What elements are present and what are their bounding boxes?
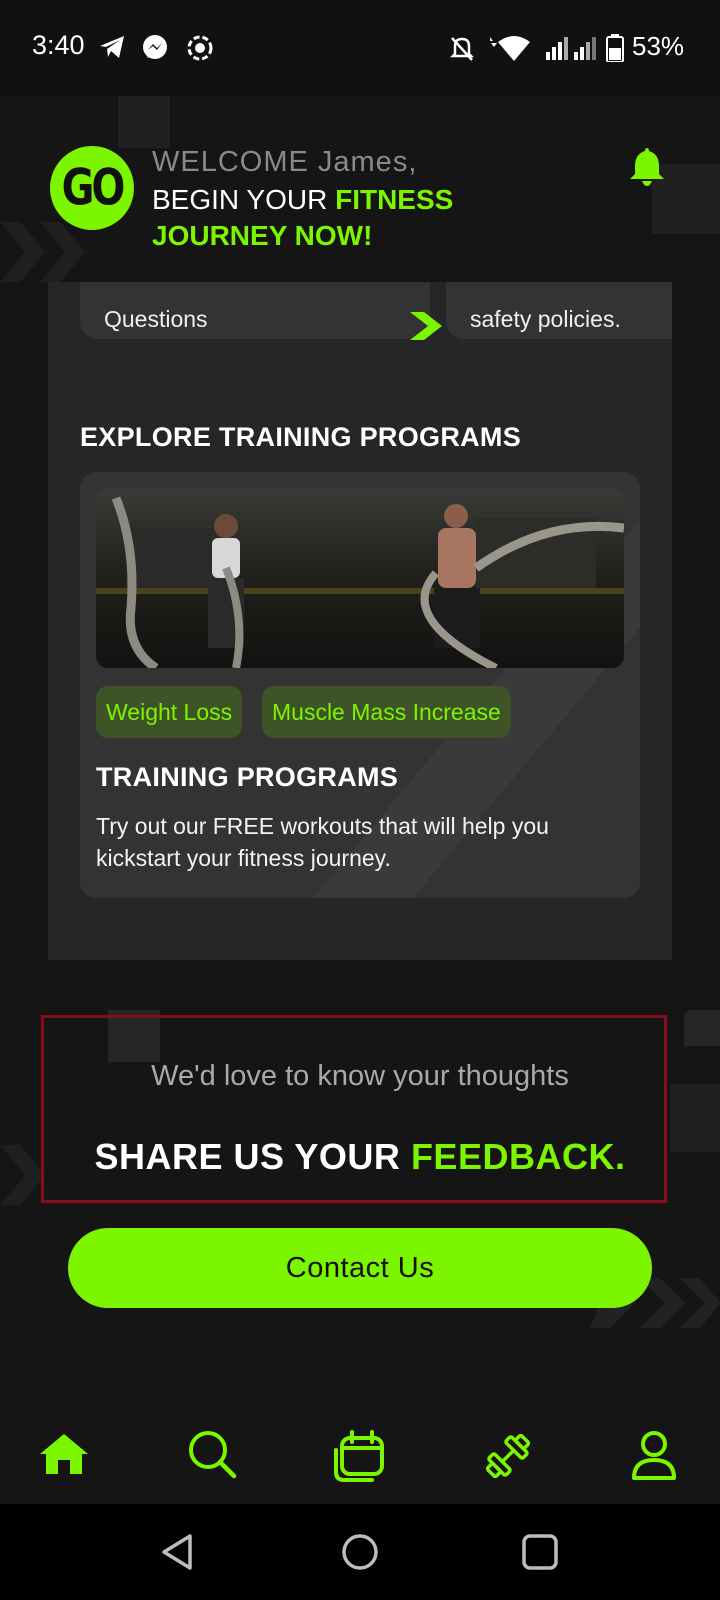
bottom-navigation: [0, 1400, 720, 1504]
recents-icon[interactable]: [520, 1532, 560, 1572]
signal-icon: [546, 37, 596, 60]
status-time: 3:40: [32, 30, 85, 60]
screen-record-icon: [187, 35, 213, 61]
logo-text: GO: [61, 159, 126, 217]
status-bar: 3:40 53%: [0, 0, 720, 96]
program-image: [96, 488, 624, 668]
app-logo[interactable]: GO: [50, 146, 134, 230]
training-program-card[interactable]: Weight Loss Muscle Mass Increase TRAININ…: [80, 472, 640, 898]
profile-icon[interactable]: [626, 1428, 682, 1484]
feedback-heading: SHARE US YOUR FEEDBACK.: [0, 1136, 720, 1178]
feedback-heading-highlight: FEEDBACK.: [410, 1136, 626, 1177]
tagline: BEGIN YOUR FITNESS JOURNEY NOW!: [152, 182, 592, 254]
questions-card-label: Questions: [104, 306, 208, 332]
messenger-icon: [143, 35, 167, 59]
tag-muscle-mass[interactable]: Muscle Mass Increase: [262, 686, 511, 738]
safety-policies-card[interactable]: safety policies.: [446, 282, 672, 339]
telegram-icon: [100, 36, 124, 58]
tagline-prefix: BEGIN YOUR: [152, 184, 336, 215]
mute-icon: [449, 37, 475, 61]
questions-card[interactable]: Questions: [80, 282, 442, 340]
feedback-heading-prefix: SHARE US YOUR: [94, 1136, 411, 1177]
app-header: GO WELCOME James, BEGIN YOUR FITNESS JOU…: [0, 96, 720, 282]
search-icon[interactable]: [184, 1428, 240, 1484]
battery-icon: [606, 34, 624, 62]
workout-photo: [96, 488, 624, 668]
section-title: EXPLORE TRAINING PROGRAMS: [80, 422, 522, 452]
battery-percentage: 53%: [632, 31, 685, 61]
home-icon[interactable]: [36, 1428, 92, 1484]
bell-icon[interactable]: [628, 146, 666, 186]
dumbbell-icon[interactable]: [480, 1428, 536, 1484]
arrow-right-icon[interactable]: [410, 312, 444, 340]
feedback-subtitle: We'd love to know your thoughts: [151, 1060, 569, 1092]
welcome-text: WELCOME James,: [152, 146, 418, 178]
system-navigation-bar: [0, 1504, 720, 1600]
content-panel: Questions safety policies. EXPLORE TRAIN…: [48, 282, 672, 960]
calendar-icon[interactable]: [332, 1428, 388, 1484]
background-square: [684, 1010, 720, 1046]
safety-card-label: safety policies.: [470, 306, 621, 332]
program-card-description: Try out our FREE workouts that will help…: [96, 813, 549, 871]
back-icon[interactable]: [158, 1532, 198, 1572]
program-card-title: TRAINING PROGRAMS: [96, 762, 399, 792]
tag-weight-loss[interactable]: Weight Loss: [96, 686, 243, 738]
wifi-icon: [490, 36, 530, 61]
contact-us-button[interactable]: Contact Us: [68, 1228, 652, 1308]
home-button-icon[interactable]: [340, 1532, 380, 1572]
